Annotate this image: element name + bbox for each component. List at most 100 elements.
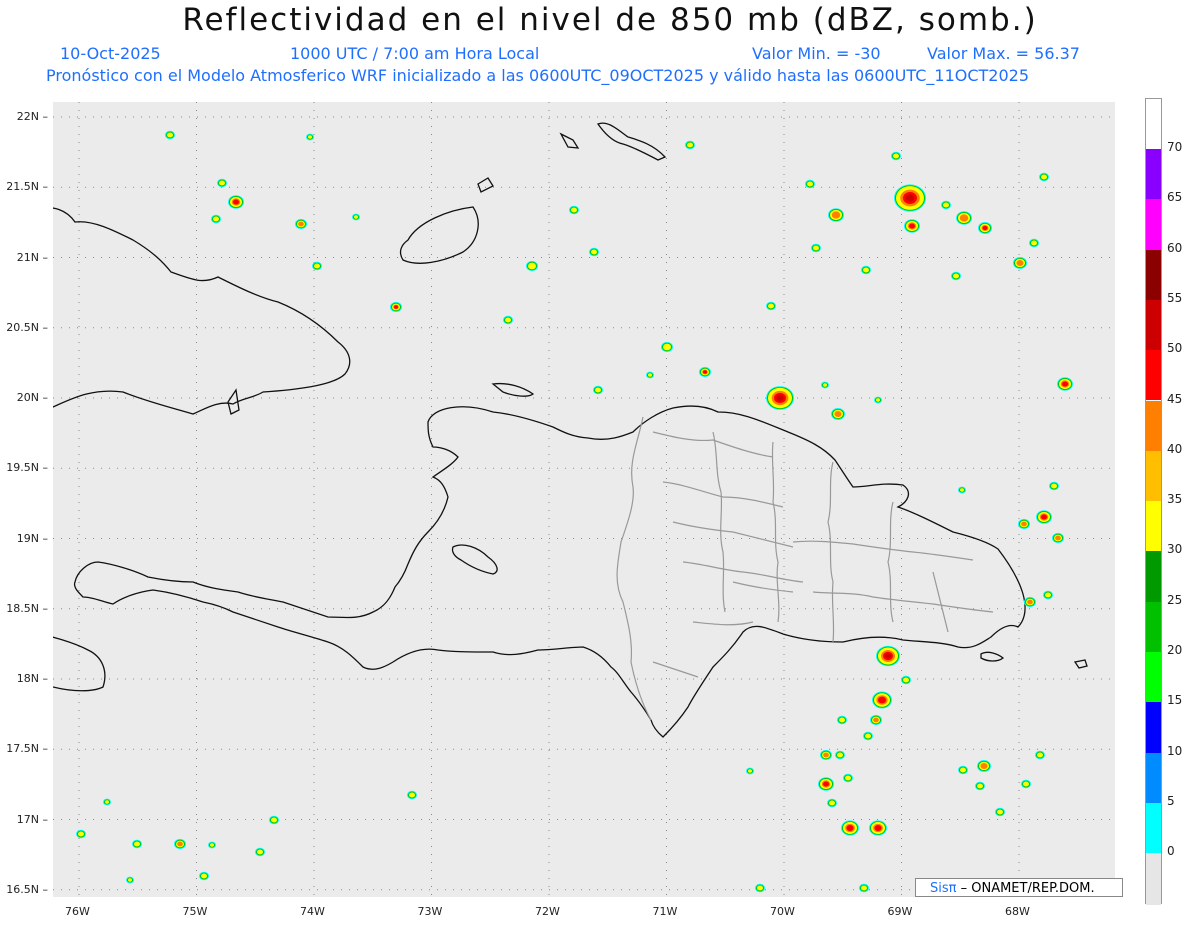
reflectivity-cell-layer <box>977 783 983 789</box>
color-scale-label: 25 <box>1167 592 1183 607</box>
sis-logo-text: Sisπ <box>930 881 957 896</box>
color-scale-cell <box>1146 299 1161 351</box>
reflectivity-cell-layer <box>591 249 597 255</box>
cuba-bay <box>227 388 240 415</box>
reflectivity-map <box>32 102 1115 897</box>
reflectivity-cell-layer <box>177 841 183 847</box>
color-scale-cell <box>1146 702 1161 753</box>
reflectivity-cell-layer <box>1045 592 1051 598</box>
jamaica-coastline <box>32 631 106 692</box>
reflectivity-cell-layer <box>298 221 304 227</box>
reflectivity-cell-layer <box>505 317 511 323</box>
reflectivity-cell-layer <box>831 211 841 219</box>
color-scale-label: 40 <box>1167 441 1183 456</box>
reflectivity-cell-layer <box>873 717 879 723</box>
color-scale-label: 65 <box>1167 190 1183 205</box>
color-scale-label: 35 <box>1167 492 1183 507</box>
reflectivity-cell-layer <box>837 752 843 758</box>
color-scale-label: 10 <box>1167 743 1183 758</box>
reflectivity-cell-layer <box>213 216 219 222</box>
coastlines <box>32 122 1088 738</box>
credit-box: Sisπ – ONAMET/REP.DOM. <box>915 878 1123 897</box>
longitude-label: 70W <box>770 905 795 918</box>
reflectivity-cell-layer <box>1062 381 1068 387</box>
reflectivity-cell-layer <box>874 825 882 831</box>
color-scale-label: 15 <box>1167 693 1183 708</box>
date-label: 10-Oct-2025 <box>60 44 161 63</box>
reflectivity-cell-layer <box>865 733 871 739</box>
reflectivity-cell-layer <box>308 135 312 139</box>
reflectivity-cell-layer <box>233 199 239 205</box>
reflectivity-cell-layer <box>595 387 601 393</box>
reflectivity-cell-layer <box>861 885 867 891</box>
longitude-label: 72W <box>535 905 560 918</box>
reflectivity-cell-layer <box>1023 781 1029 787</box>
reflectivity-cell-layer <box>128 878 132 882</box>
reflectivity-cell-layer <box>768 303 774 309</box>
reflectivity-cell-layer <box>257 849 263 855</box>
reflectivity-cell-layer <box>1041 174 1047 180</box>
reflectivity-cell-layer <box>528 262 536 270</box>
color-scale-label: 45 <box>1167 391 1183 406</box>
color-scale-cell-below-zero <box>1146 853 1161 905</box>
latitude-label: 18N – <box>16 672 48 685</box>
reflectivity-cell-layer <box>834 411 842 417</box>
color-scale-cell <box>1146 450 1161 502</box>
reflectivity-cell-layer <box>960 488 964 492</box>
color-scale-bar <box>1145 98 1162 905</box>
latitude-label: 22N – <box>16 110 48 123</box>
hispaniola-coastline <box>73 405 1026 738</box>
color-scale-label: 60 <box>1167 240 1183 255</box>
reflectivity-cell-layer <box>219 180 225 186</box>
longitude-label: 76W <box>65 905 90 918</box>
valor-min-label: Valor Min. = -30 <box>752 44 881 63</box>
map-canvas <box>32 102 1115 897</box>
valor-max-label: Valor Max. = 56.37 <box>927 44 1080 63</box>
color-scale-cell <box>1146 149 1161 200</box>
latitude-label: 18.5N – <box>6 601 48 615</box>
reflectivity-cell-layer <box>1031 240 1037 246</box>
great-inagua <box>399 206 479 264</box>
reflectivity-cell-layer <box>878 696 886 704</box>
credit-text: – ONAMET/REP.DOM. <box>960 881 1095 896</box>
reflectivity-cell-layer <box>807 181 813 187</box>
province-boundaries <box>616 416 994 721</box>
saona-island <box>980 651 1005 662</box>
latitude-label: 17.5N – <box>6 742 48 756</box>
reflectivity-cell-layer <box>648 373 652 377</box>
longitude-label: 73W <box>417 905 443 918</box>
color-scale-label: 55 <box>1167 290 1183 305</box>
latitude-label: 19N – <box>16 531 48 545</box>
color-scale-cell <box>1146 551 1161 602</box>
latitude-label: 20.5N – <box>6 320 48 334</box>
reflectivity-cell-layer <box>885 653 891 659</box>
reflectivity-cell-layer <box>953 273 959 279</box>
reflectivity-cell-layer <box>105 800 109 804</box>
latitude-label: 20N – <box>16 391 48 404</box>
color-scale-label: 0 <box>1167 844 1175 859</box>
reflectivity-cell-layer <box>201 873 207 879</box>
reflectivity-cell-layer <box>813 245 819 251</box>
caicos <box>596 122 667 161</box>
color-scale-cell <box>1146 652 1161 703</box>
longitude-label: 68W <box>1005 905 1030 918</box>
color-scale-cell <box>1146 350 1161 401</box>
reflectivity-cell-layer <box>839 717 845 723</box>
reflectivity-cell-layer <box>997 809 1003 815</box>
reflectivity-cell-layer <box>1016 260 1024 266</box>
color-scale-cell <box>1146 802 1161 854</box>
map-title: Reflectividad en el nivel de 850 mb (dBZ… <box>182 2 1038 38</box>
reflectivity-cell-layer <box>1041 514 1047 520</box>
reflectivity-cell-layer <box>823 781 829 787</box>
caicos-small <box>559 132 580 149</box>
reflectivity-cell-layer <box>409 792 415 798</box>
reflectivity-cell-layer <box>394 305 398 309</box>
color-scale-cell <box>1146 601 1161 652</box>
reflectivity-cell-layer <box>663 343 671 351</box>
reflectivity-cell-layer <box>943 202 949 208</box>
latitude-label: 16.5N – <box>6 882 48 896</box>
reflectivity-cell-layer <box>571 207 577 213</box>
reflectivity-cell-layer <box>903 677 909 683</box>
reflectivity-cell-layer <box>134 841 140 847</box>
reflectivity-cell-layer <box>823 383 827 387</box>
